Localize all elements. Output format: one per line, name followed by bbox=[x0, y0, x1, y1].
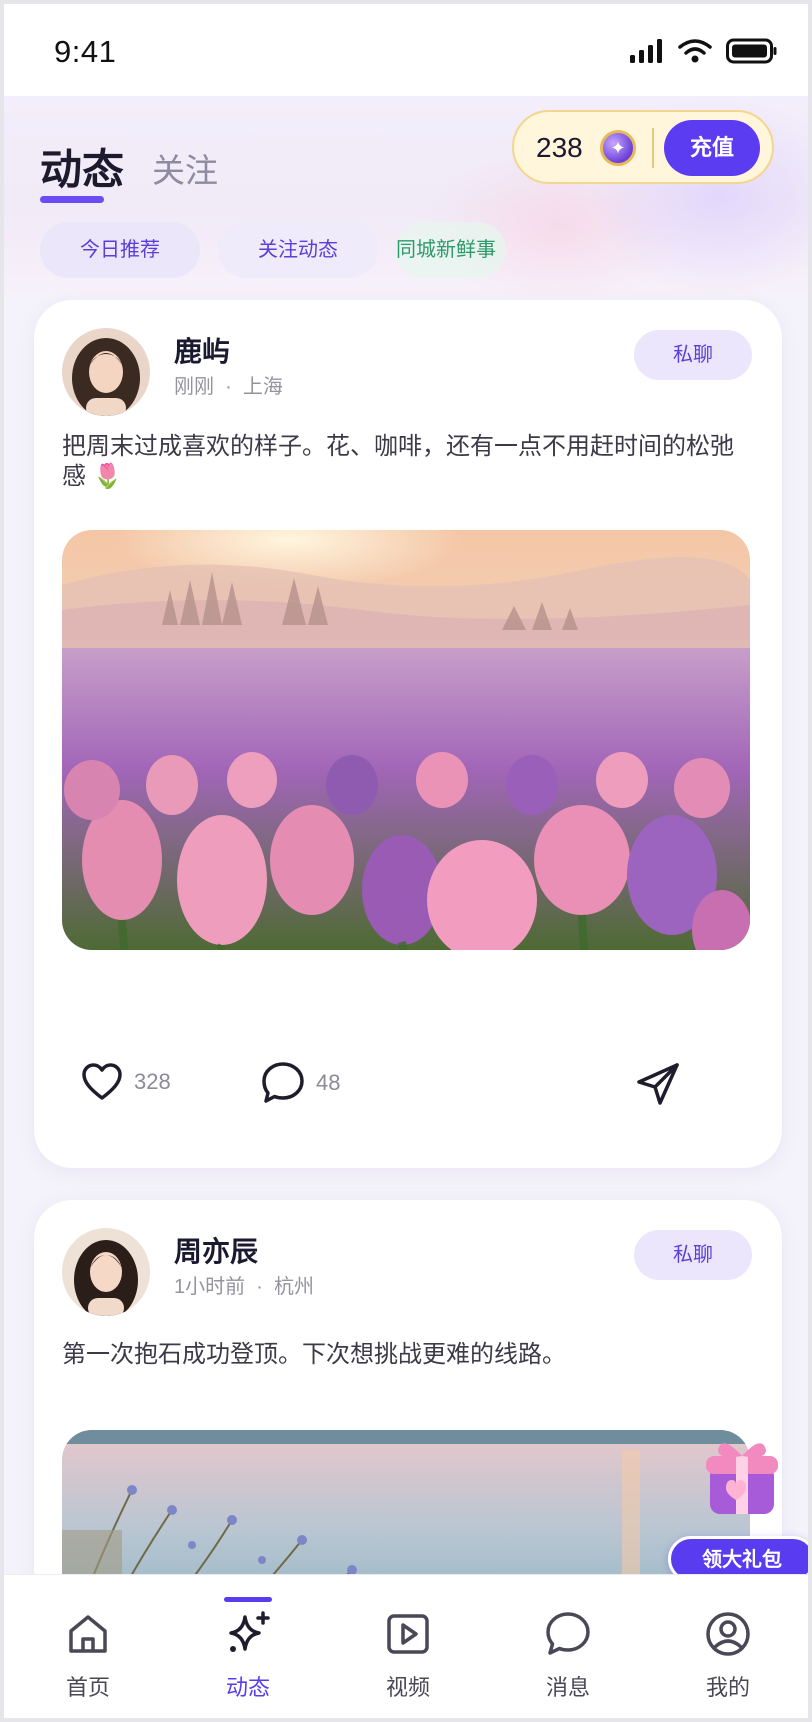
post-text: 把周末过成喜欢的样子。花、咖啡，还有一点不用赶时间的松弛感 🌷 bbox=[62, 433, 734, 490]
send-icon bbox=[637, 1063, 679, 1105]
tab-video-label: 视频 bbox=[385, 1675, 430, 1700]
tulip-field-image bbox=[62, 530, 750, 950]
meta-dot: · bbox=[250, 1276, 269, 1298]
heart-icon bbox=[82, 1063, 122, 1100]
tab-active-indicator bbox=[40, 196, 104, 203]
share-action[interactable] bbox=[634, 1060, 682, 1108]
tab-messages[interactable]: 消息 bbox=[508, 1575, 628, 1702]
gift-box-icon[interactable] bbox=[704, 1432, 780, 1518]
post-text: 第一次抱石成功登顶。下次想挑战更难的线路。 bbox=[62, 1341, 566, 1368]
avatar[interactable] bbox=[62, 1228, 150, 1316]
app-frame: 9:41 动态 关注 238 ✦ 充值 今日推荐 关注动态 同城新鲜事 鹿屿 刚… bbox=[0, 0, 812, 1722]
post-location: 上海 bbox=[242, 376, 283, 398]
status-icons bbox=[630, 38, 778, 64]
tab-profile-label: 我的 bbox=[705, 1675, 750, 1700]
chip-today-recommend[interactable]: 今日推荐 bbox=[40, 222, 200, 278]
private-chat-button[interactable]: 私聊 bbox=[634, 1230, 752, 1280]
tab-moments-nav[interactable]: 动态 bbox=[188, 1575, 308, 1702]
post-author[interactable]: 鹿屿 bbox=[174, 330, 230, 370]
post-actions: 328 48 bbox=[34, 1052, 782, 1132]
gem-icon: ✦ bbox=[600, 130, 636, 166]
avatar-image bbox=[62, 328, 150, 416]
comment-icon bbox=[262, 1062, 304, 1103]
tab-following[interactable]: 关注 bbox=[152, 144, 218, 192]
tab-home[interactable]: 首页 bbox=[28, 1575, 148, 1702]
recharge-button[interactable]: 充值 bbox=[664, 120, 760, 176]
like-action[interactable]: 328 bbox=[80, 1060, 171, 1104]
status-bar: 9:41 bbox=[4, 4, 808, 96]
signal-icon bbox=[630, 39, 662, 63]
comment-action[interactable]: 48 bbox=[260, 1060, 340, 1106]
post-meta: 1小时前 · 杭州 bbox=[174, 1270, 314, 1299]
wifi-icon bbox=[678, 39, 712, 63]
message-icon bbox=[546, 1612, 590, 1655]
feed-header: 动态 关注 238 ✦ 充值 今日推荐 关注动态 同城新鲜事 bbox=[4, 96, 808, 296]
battery-icon bbox=[726, 38, 777, 64]
tab-profile[interactable]: 我的 bbox=[668, 1575, 788, 1702]
bottom-tab-bar: 首页 动态 视频 消息 我的 bbox=[4, 1574, 808, 1718]
tab-moments[interactable]: 动态 bbox=[40, 136, 124, 197]
comment-count: 48 bbox=[316, 1070, 341, 1095]
post-meta: 刚刚 · 上海 bbox=[174, 370, 283, 399]
avatar[interactable] bbox=[62, 328, 150, 416]
post-author[interactable]: 周亦辰 bbox=[174, 1230, 258, 1270]
chip-following-updates[interactable]: 关注动态 bbox=[218, 222, 378, 278]
post-photo-tulips[interactable] bbox=[62, 530, 750, 950]
chip-local-news[interactable]: 同城新鲜事 bbox=[396, 222, 506, 278]
tab-home-label: 首页 bbox=[65, 1675, 110, 1700]
post-time: 1小时前 bbox=[174, 1276, 246, 1298]
meta-dot: · bbox=[219, 376, 238, 398]
post-time: 刚刚 bbox=[174, 376, 214, 398]
like-count: 328 bbox=[134, 1069, 171, 1094]
tab-active-indicator bbox=[224, 1597, 272, 1602]
video-icon bbox=[387, 1614, 429, 1654]
tab-video[interactable]: 视频 bbox=[348, 1575, 468, 1702]
tab-messages-label: 消息 bbox=[545, 1675, 590, 1700]
post-location: 杭州 bbox=[274, 1276, 315, 1298]
post-card: 鹿屿 刚刚 · 上海 私聊 把周末过成喜欢的样子。花、咖啡，还有一点不用赶时间的… bbox=[34, 300, 782, 1168]
coin-divider bbox=[652, 128, 654, 168]
avatar-image bbox=[62, 1228, 150, 1316]
coin-count: 238 bbox=[536, 132, 583, 163]
status-time: 9:41 bbox=[54, 34, 117, 69]
filter-chips: 今日推荐 关注动态 同城新鲜事 bbox=[40, 222, 506, 278]
gift-image bbox=[706, 1443, 778, 1514]
coin-balance: 238 ✦ 充值 bbox=[512, 110, 774, 184]
sparkle-icon bbox=[229, 1611, 270, 1652]
tab-moments-label: 动态 bbox=[225, 1675, 270, 1700]
home-icon bbox=[69, 1615, 107, 1653]
private-chat-button[interactable]: 私聊 bbox=[634, 330, 752, 380]
profile-icon bbox=[706, 1612, 750, 1656]
